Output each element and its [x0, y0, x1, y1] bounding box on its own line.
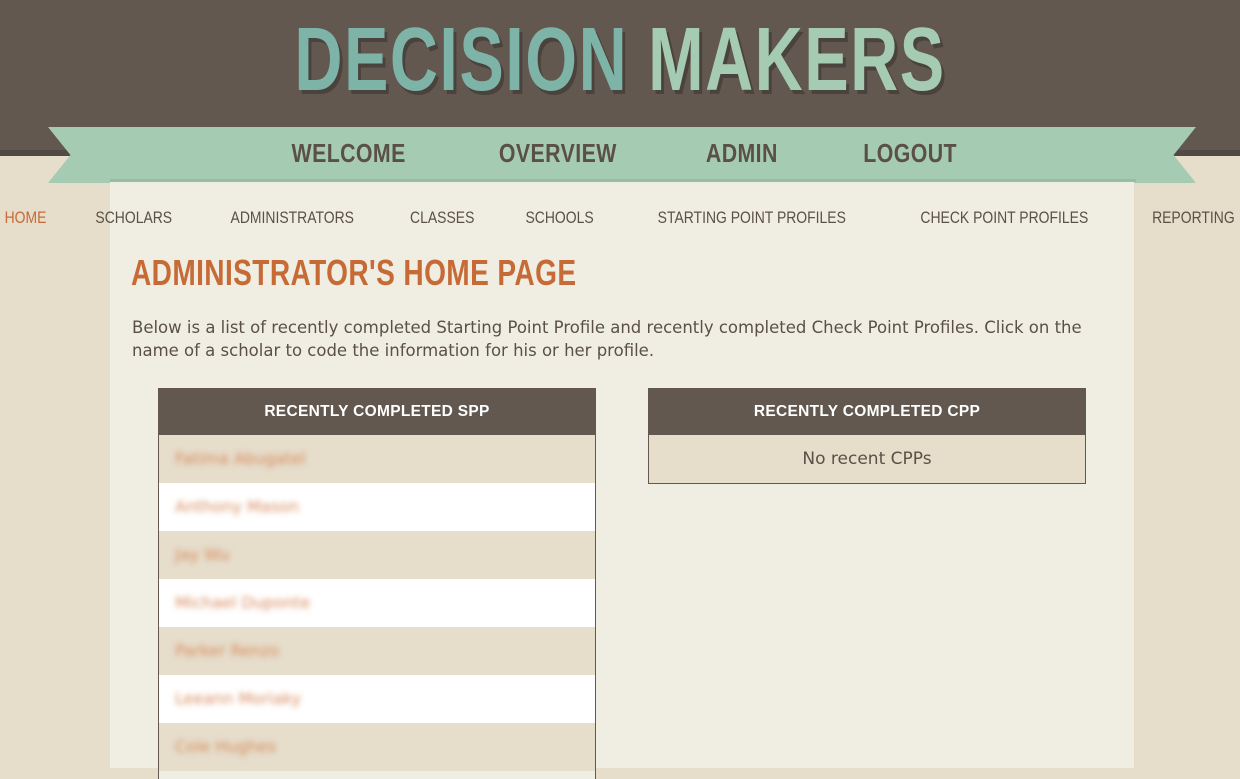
intro-text: Below is a list of recently completed St…: [132, 318, 1082, 360]
scholar-link[interactable]: Leeann Moriaky: [159, 675, 595, 723]
main-nav: WELCOME OVERVIEW ADMIN LOGOUT: [110, 127, 1136, 179]
sub-nav-home[interactable]: HOME: [0, 201, 59, 235]
list-item: Anthony Mason: [159, 483, 595, 531]
scholar-link[interactable]: Parker Renzo: [159, 627, 595, 675]
sub-nav: HOME SCHOLARS ADMINISTRATORS CLASSES SCH…: [0, 200, 1235, 236]
list-item: Cole Hughes: [159, 723, 595, 771]
list-item: Parker Renzo: [159, 627, 595, 675]
list-item: Jay Wu: [159, 531, 595, 579]
scholar-link[interactable]: Michael Duponte: [159, 579, 595, 627]
cpp-empty-message: No recent CPPs: [649, 435, 1085, 483]
sub-nav-classes[interactable]: CLASSES: [399, 201, 486, 235]
list-item: Leeann Moriaky: [159, 675, 595, 723]
sub-nav-check-point-profiles[interactable]: CHECK POINT PROFILES: [909, 201, 1100, 235]
main-nav-logout[interactable]: LOGOUT: [863, 138, 957, 169]
sub-nav-starting-point-profiles[interactable]: STARTING POINT PROFILES: [646, 201, 857, 235]
scholar-link[interactable]: Fatima Abugatel: [159, 435, 595, 483]
spp-list: Fatima Abugatel Anthony Mason Jay Wu Mic…: [159, 435, 595, 771]
page-title: ADMINISTRATOR'S HOME PAGE: [131, 252, 577, 293]
spp-panel: RECENTLY COMPLETED SPP Fatima Abugatel A…: [158, 388, 596, 779]
content-area: HOME SCHOLARS ADMINISTRATORS CLASSES SCH…: [0, 182, 1235, 779]
sub-nav-reporting[interactable]: REPORTING: [1141, 201, 1240, 235]
main-nav-welcome[interactable]: WELCOME: [291, 138, 405, 169]
logo-word-decision: DECISION: [294, 10, 629, 110]
main-nav-overview[interactable]: OVERVIEW: [499, 138, 617, 169]
sub-nav-scholars[interactable]: SCHOLARS: [84, 201, 184, 235]
scholar-link[interactable]: Cole Hughes: [159, 723, 595, 771]
sub-nav-schools[interactable]: SCHOOLS: [514, 201, 605, 235]
main-nav-admin[interactable]: ADMIN: [705, 138, 777, 169]
cpp-panel: RECENTLY COMPLETED CPP No recent CPPs: [648, 388, 1086, 484]
sub-nav-administrators[interactable]: ADMINISTRATORS: [219, 201, 365, 235]
spp-panel-heading: RECENTLY COMPLETED SPP: [159, 389, 595, 435]
main-nav-ribbon: WELCOME OVERVIEW ADMIN LOGOUT: [110, 127, 1136, 182]
scholar-link[interactable]: Anthony Mason: [159, 483, 595, 531]
scholar-link[interactable]: Jay Wu: [159, 531, 595, 579]
list-item: Fatima Abugatel: [159, 435, 595, 483]
list-item: Michael Duponte: [159, 579, 595, 627]
cpp-panel-heading: RECENTLY COMPLETED CPP: [649, 389, 1085, 435]
logo-word-makers: MAKERS: [648, 10, 946, 110]
site-logo[interactable]: DECISION MAKERS: [161, 10, 1079, 110]
